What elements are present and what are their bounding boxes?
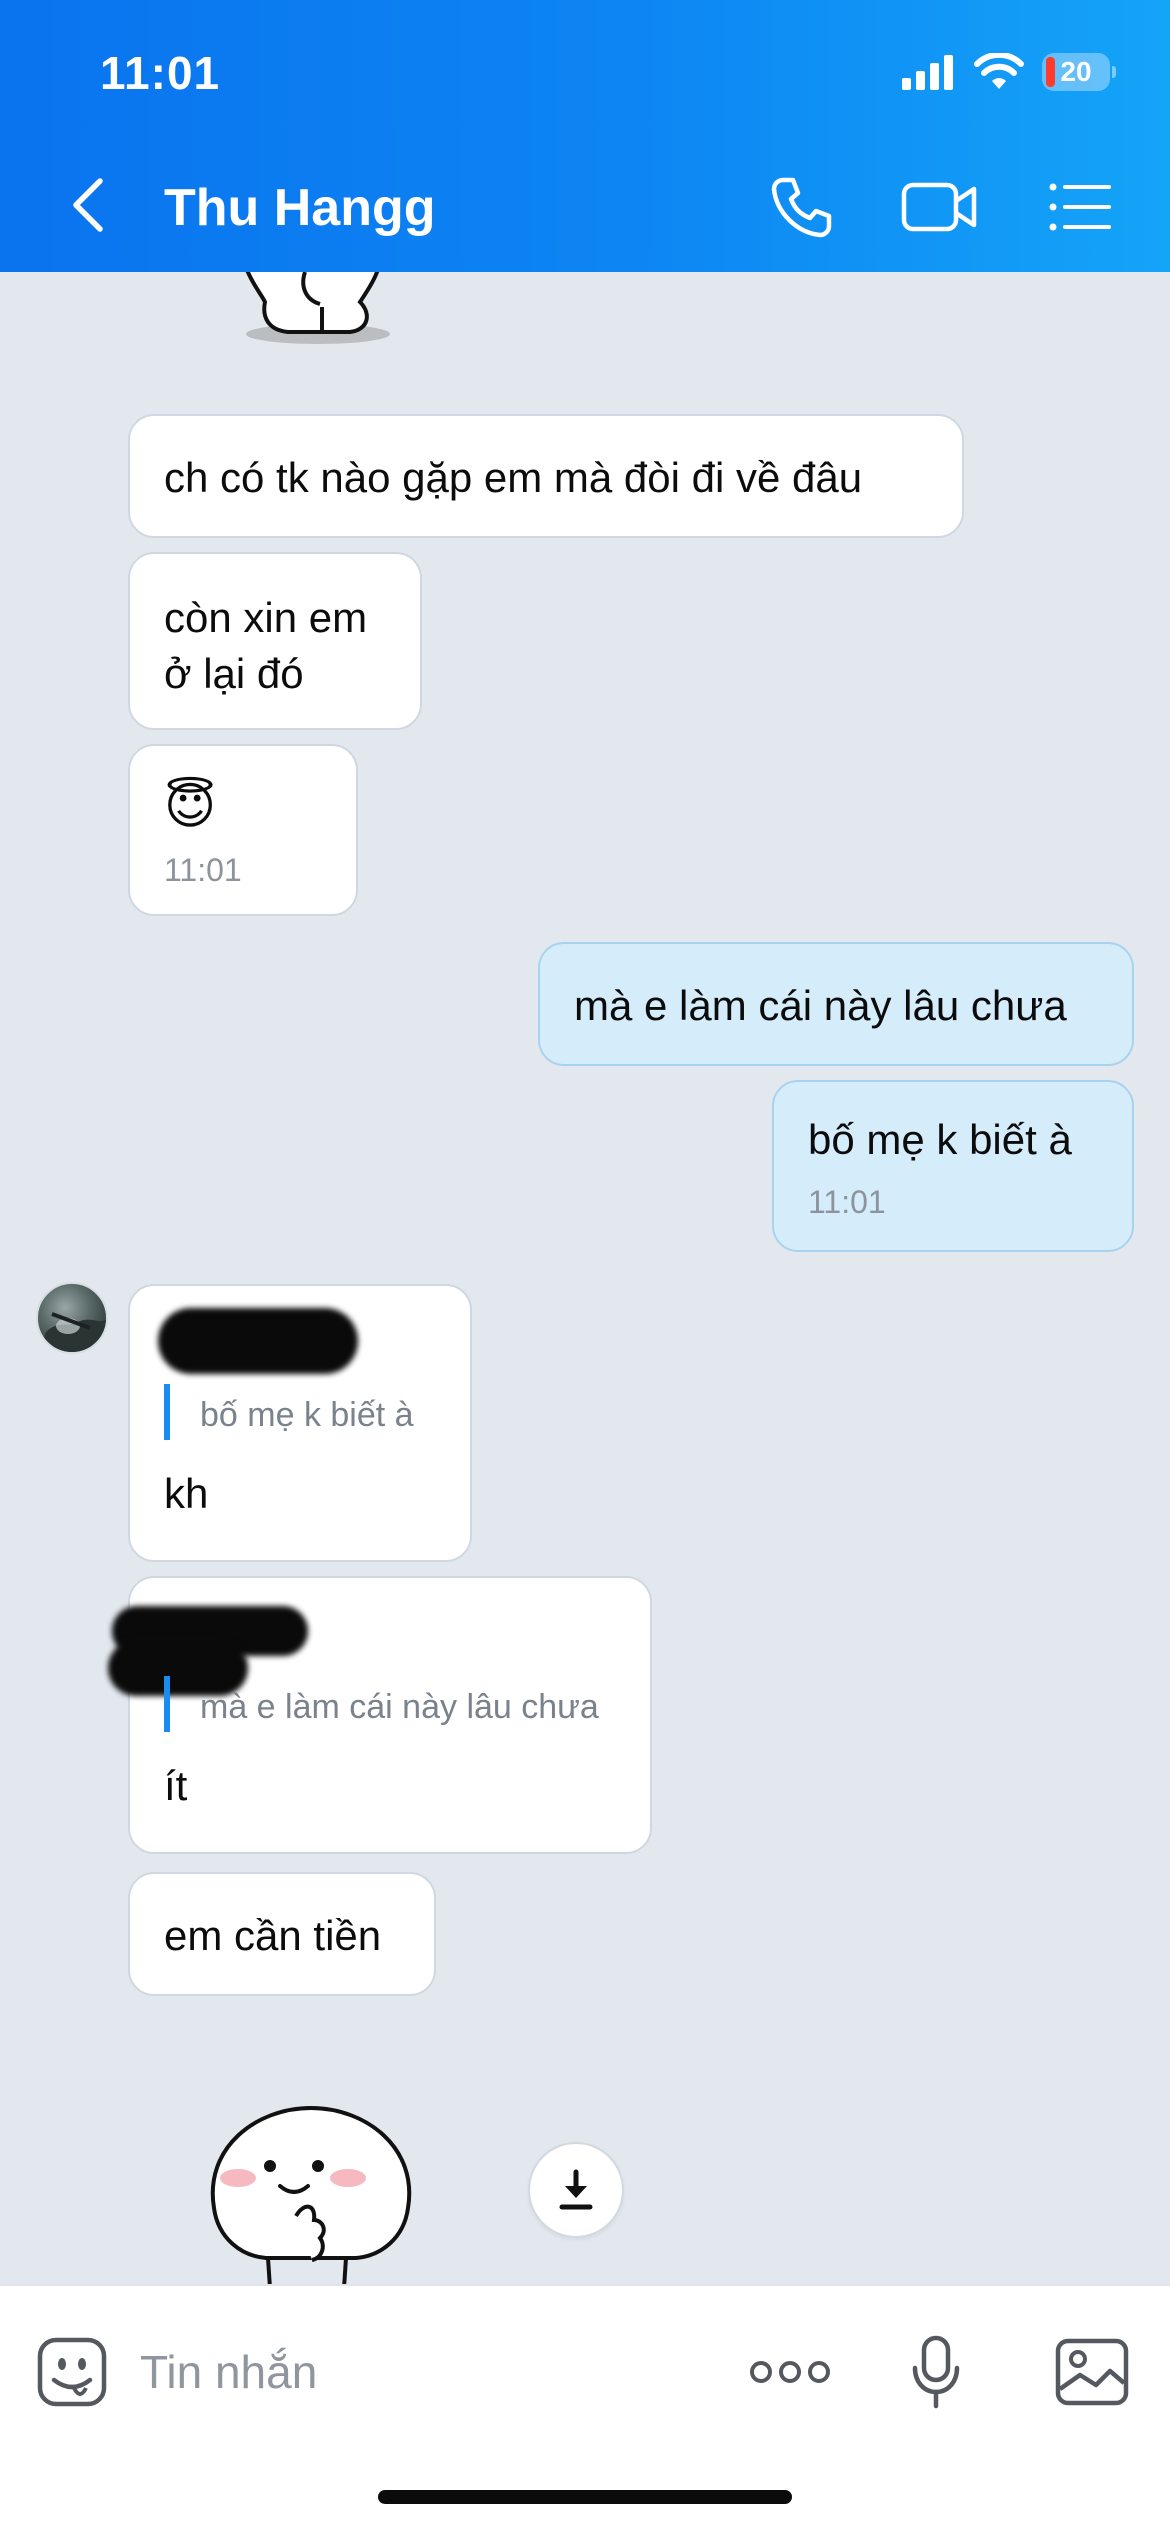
- battery-tip: [1112, 66, 1116, 78]
- redacted-sender-name: [158, 1308, 358, 1374]
- quoted-text: bố mẹ k biết à: [200, 1396, 414, 1434]
- contact-name[interactable]: Thu Hangg: [164, 178, 436, 238]
- message-text: ít: [164, 1762, 188, 1809]
- incoming-message[interactable]: em cần tiền: [128, 1872, 436, 1996]
- video-call-button[interactable]: [900, 172, 980, 242]
- quoted-message[interactable]: mà e làm cái này lâu chưa: [164, 1676, 616, 1732]
- back-button[interactable]: [60, 170, 116, 240]
- sticker-top-partial[interactable]: [210, 272, 410, 352]
- voice-message-button[interactable]: [900, 2322, 972, 2422]
- chat-header: 11:01 20 Thu Hangg: [0, 0, 1170, 272]
- status-bar-time: 11:01: [100, 47, 221, 99]
- emoji-sticker-icon: [37, 2337, 107, 2407]
- message-timestamp: 11:01: [808, 1184, 886, 1220]
- video-camera-icon: [901, 182, 977, 232]
- message-text-line: ở lại đó: [164, 650, 304, 697]
- microphone-icon: [912, 2335, 960, 2409]
- status-bar-icons: 20: [900, 50, 1116, 94]
- download-arrow-icon: [559, 2169, 593, 2210]
- more-options-button[interactable]: [748, 2322, 832, 2422]
- cellular-signal-icon: [902, 55, 953, 90]
- message-text: mà e làm cái này lâu chưa: [574, 982, 1067, 1029]
- battery-icon: 20: [1042, 53, 1110, 91]
- download-button[interactable]: [528, 2142, 624, 2238]
- outgoing-message[interactable]: mà e làm cái này lâu chưa: [538, 942, 1134, 1066]
- message-text: ch có tk nào gặp em mà đòi đi về đâu: [164, 454, 863, 501]
- avatar-photo: [39, 1312, 106, 1352]
- image-picker-button[interactable]: [1052, 2322, 1132, 2422]
- sticker-button[interactable]: [30, 2322, 114, 2422]
- contact-avatar[interactable]: [36, 1282, 108, 1354]
- incoming-reply-message[interactable]: bố mẹ k biết à kh: [128, 1284, 472, 1562]
- image-gallery-icon: [1055, 2338, 1129, 2406]
- message-timestamp: 11:01: [164, 852, 242, 888]
- message-emoji: 😇: [164, 778, 217, 834]
- chat-screen: 11:01 20 Thu Hangg ch có tk nào gặp em m…: [0, 0, 1170, 2532]
- message-text: bố mẹ k biết à: [808, 1116, 1072, 1163]
- home-indicator[interactable]: [378, 2490, 792, 2504]
- incoming-message[interactable]: 😇 11:01: [128, 744, 358, 916]
- battery-level: 20: [1060, 56, 1092, 87]
- message-text: kh: [164, 1470, 209, 1517]
- message-list[interactable]: ch có tk nào gặp em mà đòi đi về đâu còn…: [0, 272, 1170, 2284]
- message-input[interactable]: [140, 2330, 700, 2414]
- phone-icon: [771, 177, 832, 238]
- quoted-message[interactable]: bố mẹ k biết à: [164, 1384, 436, 1440]
- incoming-reply-message[interactable]: mà e làm cái này lâu chưa ít: [108, 1576, 652, 1854]
- chevron-left-icon: [73, 178, 103, 232]
- incoming-message[interactable]: còn xin em ở lại đó: [128, 552, 422, 730]
- list-menu-icon: [1049, 183, 1111, 231]
- more-dots-icon: [750, 2361, 830, 2383]
- outgoing-message[interactable]: bố mẹ k biết à 11:01: [772, 1080, 1134, 1252]
- quoted-text: mà e làm cái này lâu chưa: [200, 1688, 599, 1726]
- message-text-line: còn xin em: [164, 594, 368, 641]
- options-menu-button[interactable]: [1040, 172, 1120, 242]
- incoming-message[interactable]: ch có tk nào gặp em mà đòi đi về đâu: [128, 414, 964, 538]
- message-text: em cần tiền: [164, 1912, 382, 1959]
- battery-low-fill: [1046, 57, 1055, 87]
- wifi-icon: [974, 53, 1024, 89]
- voice-call-button[interactable]: [762, 172, 842, 242]
- sticker-blob-character[interactable]: [196, 2098, 426, 2284]
